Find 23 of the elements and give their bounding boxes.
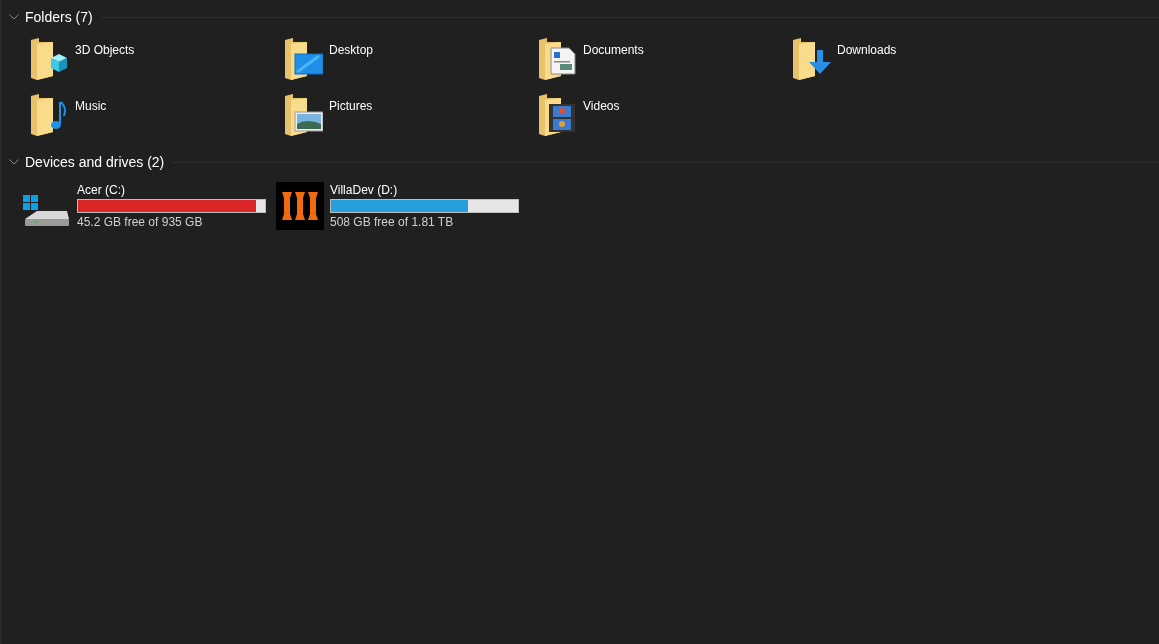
free-space-text: 508 GB free of 1.81 TB <box>330 215 455 229</box>
folder-icon[interactable] <box>29 92 69 136</box>
drive-name[interactable]: VillaDev (D:) <box>330 183 519 197</box>
chevron-icon[interactable] <box>9 14 19 20</box>
chevron-icon[interactable] <box>9 159 19 165</box>
folder-icon[interactable] <box>537 92 577 136</box>
drive-name[interactable]: Acer (C:) <box>77 183 266 197</box>
folder-icon[interactable] <box>283 36 323 80</box>
folder-icon[interactable] <box>283 92 323 136</box>
folder-name[interactable]: Desktop <box>329 36 374 57</box>
folder-icon[interactable] <box>791 36 831 80</box>
folder-name[interactable]: Pictures <box>329 92 373 113</box>
folder-name[interactable]: Videos <box>583 92 620 113</box>
free-space-text: 45.2 GB free of 935 GB <box>77 215 204 229</box>
folder-name[interactable]: Downloads <box>837 36 897 57</box>
drive-logo-icon[interactable] <box>276 182 324 230</box>
folder-icon[interactable] <box>537 36 577 80</box>
group-header[interactable]: Devices and drives (2) <box>25 154 165 170</box>
folder-name[interactable]: Music <box>75 92 107 113</box>
folder-name[interactable]: Documents <box>583 36 644 57</box>
folder-name[interactable]: 3D Objects <box>75 36 135 57</box>
group-header[interactable]: Folders (7) <box>25 9 93 25</box>
folder-icon[interactable] <box>29 36 69 80</box>
